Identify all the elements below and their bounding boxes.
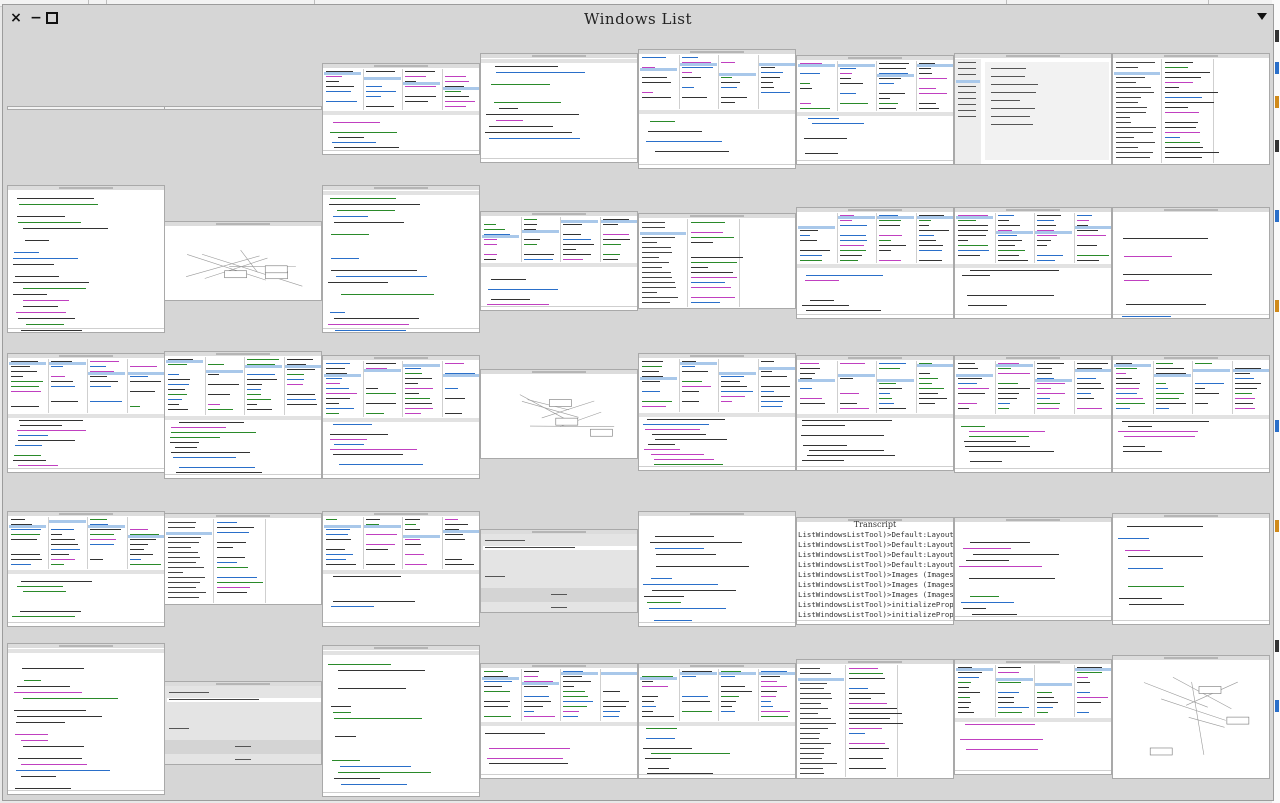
thumbnail-titlebar xyxy=(1113,208,1269,212)
thumbnail-titlebar xyxy=(481,530,637,534)
window-title: Windows List xyxy=(583,10,693,28)
transcript-line: ListWindowsListTool)>Default:Layout (Ima… xyxy=(798,530,954,539)
thumbnail-titlebar xyxy=(323,356,479,360)
thumbnail-titlebar xyxy=(955,356,1111,360)
thumbnail-titlebar xyxy=(323,512,479,516)
thumbnail-titlebar xyxy=(1113,514,1269,518)
window-thumbnail-r4c2[interactable] xyxy=(164,513,322,605)
thumbnail-titlebar xyxy=(8,644,164,648)
window-thumbnail-r3c7[interactable] xyxy=(954,355,1112,473)
window-thumbnail-r1c6[interactable] xyxy=(796,55,954,165)
window-thumbnail-r5c6[interactable] xyxy=(796,659,954,779)
transcript-line: ListWindowsListTool)>Default:Layout (Ima… xyxy=(798,560,954,569)
window-thumbnail-r4c4[interactable] xyxy=(480,529,638,613)
window-thumbnail-r4c5[interactable] xyxy=(638,511,796,627)
window-thumbnail-r1c2[interactable] xyxy=(164,106,322,110)
thumbnail-titlebar xyxy=(165,352,321,356)
thumbnail-titlebar xyxy=(8,512,164,516)
window-thumbnail-r5c7[interactable] xyxy=(954,659,1112,775)
window-thumbnail-r1c1[interactable] xyxy=(7,106,165,110)
thumbnail-titlebar xyxy=(8,186,164,190)
window-thumbnail-r3c3[interactable] xyxy=(322,355,480,479)
window-thumbnail-r2c8[interactable] xyxy=(1112,207,1270,319)
transcript-line: ListWindowsListTool)>Default:Layout (Ima… xyxy=(798,540,954,549)
window-thumbnail-r3c4[interactable] xyxy=(480,369,638,459)
thumbnail-titlebar xyxy=(639,354,795,358)
thumbnail-titlebar xyxy=(955,518,1111,522)
thumbnail-titlebar xyxy=(323,646,479,650)
window-thumbnail-r4c1[interactable] xyxy=(7,511,165,627)
window-menu-chevron-down-icon[interactable] xyxy=(1257,13,1267,20)
window-thumbnail-r1c3[interactable] xyxy=(322,63,480,155)
window-thumbnail-r3c5[interactable] xyxy=(638,353,796,471)
thumbnail-titlebar xyxy=(797,208,953,212)
window-thumbnail-r2c6[interactable] xyxy=(796,207,954,319)
thumbnail-titlebar xyxy=(639,664,795,668)
window-thumbnail-r1c5[interactable] xyxy=(638,49,796,169)
thumbnail-titlebar xyxy=(1113,356,1269,360)
window-thumbnail-r1c4[interactable] xyxy=(480,53,638,163)
thumbnail-titlebar xyxy=(481,212,637,216)
window-thumbnail-r5c2[interactable] xyxy=(164,681,322,765)
window-thumbnail-r3c8[interactable] xyxy=(1112,355,1270,473)
window-thumbnail-r2c1[interactable] xyxy=(7,185,165,333)
thumbnail-titlebar xyxy=(481,54,637,58)
window-thumbnail-grid: Transcript ListWindowsListTool)>Default:L… xyxy=(3,33,1273,800)
transcript-line: ListWindowsListTool)>Images (Images is U… xyxy=(798,590,954,599)
thumbnail-titlebar xyxy=(797,356,953,360)
window-titlebar[interactable]: × − Windows List xyxy=(3,5,1273,33)
transcript-line: ListWindowsListTool)>Images (Images is U… xyxy=(798,580,954,589)
transcript-line: ListWindowsListTool)>Images (Images is U… xyxy=(798,570,954,579)
thumbnail-titlebar xyxy=(955,660,1111,664)
thumbnail-titlebar xyxy=(1113,54,1269,58)
window-thumbnail-r5c4[interactable] xyxy=(480,663,638,779)
transcript-line: ListWindowsListTool)>Default:Layout (Ima… xyxy=(798,550,954,559)
window-thumbnail-r1c7[interactable] xyxy=(954,53,1112,165)
window-thumbnail-r1c8[interactable] xyxy=(1112,53,1270,165)
window-thumbnail-r2c4[interactable] xyxy=(480,211,638,311)
thumbnail-titlebar xyxy=(165,682,321,686)
window-thumbnail-r5c1[interactable] xyxy=(7,643,165,795)
transcript-line: ListWindowsListTool)>initializePropertie… xyxy=(798,600,954,609)
window-thumbnail-r2c3[interactable] xyxy=(322,185,480,333)
window-thumbnail-r3c1[interactable] xyxy=(7,353,165,473)
window-thumbnail-r5c3[interactable] xyxy=(322,645,480,797)
thumbnail-titlebar xyxy=(165,514,321,518)
thumbnail-titlebar xyxy=(955,208,1111,212)
window-thumbnail-r4c6[interactable]: Transcript ListWindowsListTool)>Default:L… xyxy=(796,517,954,625)
thumbnail-titlebar xyxy=(797,56,953,60)
transcript-title: Transcript xyxy=(853,520,897,529)
thumbnail-titlebar xyxy=(481,664,637,668)
transcript-line: ListWindowsListTool)>initializePropertie… xyxy=(798,610,954,619)
window-thumbnail-r5c5[interactable] xyxy=(638,663,796,779)
windows-list-window: × − Windows List Transcript ListWindowsLi… xyxy=(2,4,1274,801)
thumbnail-titlebar xyxy=(323,186,479,190)
thumbnail-titlebar xyxy=(955,54,1111,58)
thumbnail-titlebar xyxy=(639,214,795,218)
window-thumbnail-r2c5[interactable] xyxy=(638,213,796,309)
thumbnail-titlebar xyxy=(639,50,795,54)
window-thumbnail-r5c8[interactable] xyxy=(1112,655,1270,779)
thumbnail-titlebar xyxy=(323,64,479,68)
thumbnail-titlebar xyxy=(8,354,164,358)
thumbnail-titlebar xyxy=(639,512,795,516)
window-thumbnail-r4c8[interactable] xyxy=(1112,513,1270,625)
window-thumbnail-r2c7[interactable] xyxy=(954,207,1112,319)
window-thumbnail-r4c3[interactable] xyxy=(322,511,480,627)
window-thumbnail-r3c2[interactable] xyxy=(164,351,322,479)
window-thumbnail-r3c6[interactable] xyxy=(796,355,954,471)
thumbnail-titlebar xyxy=(797,660,953,664)
window-thumbnail-r4c7[interactable] xyxy=(954,517,1112,621)
window-thumbnail-r2c2[interactable] xyxy=(164,221,322,301)
